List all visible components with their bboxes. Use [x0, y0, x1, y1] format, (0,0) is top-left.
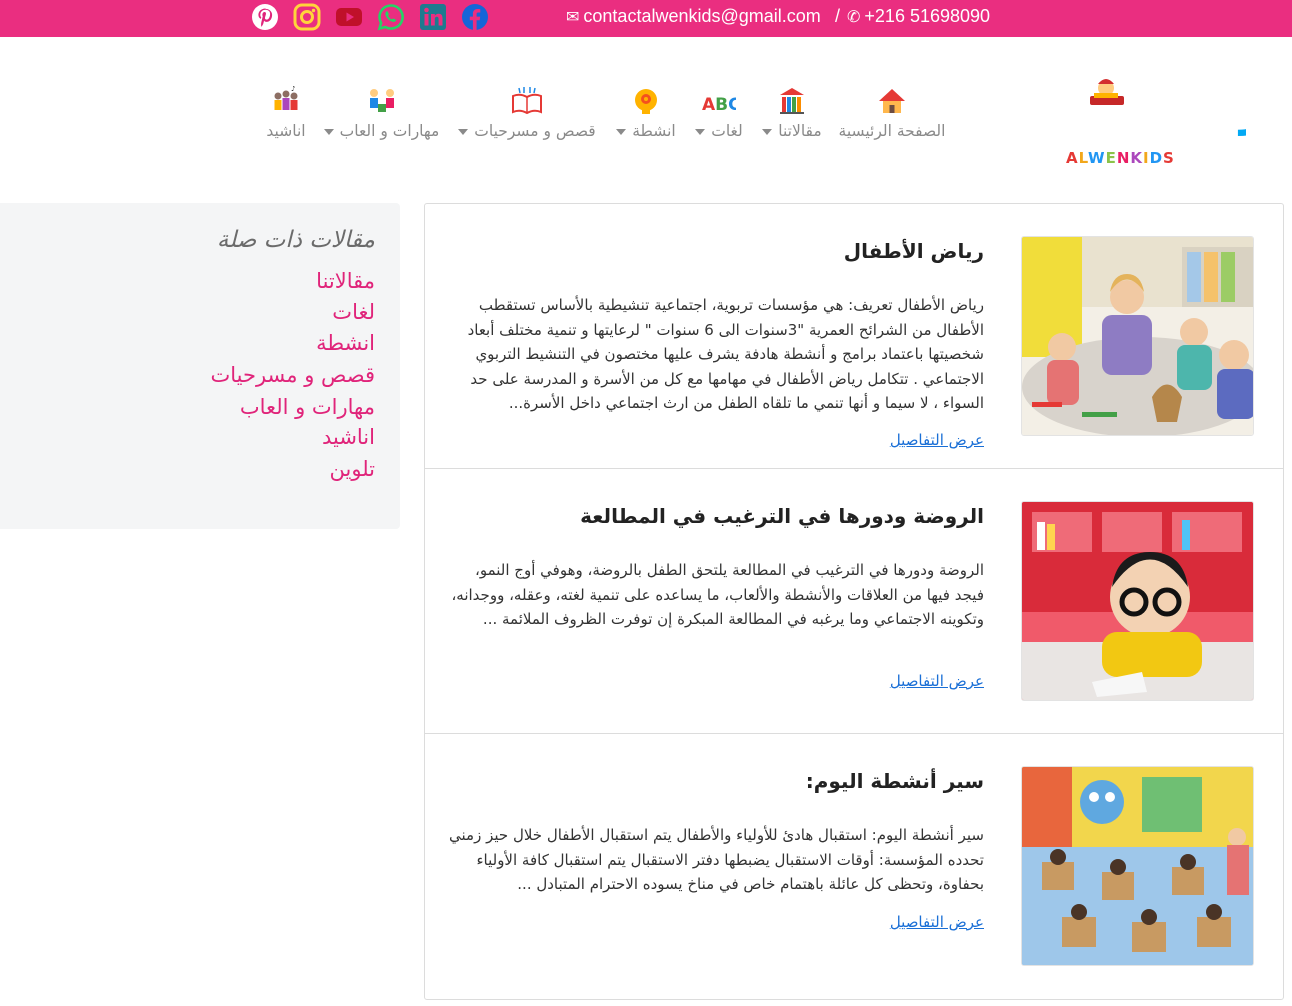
top-bar: ✉ contactalwenkids@gmail.com / ✆ +216 5169…	[0, 0, 1292, 37]
sidebar-link-activities[interactable]: انشطة	[316, 331, 375, 355]
logo-arabic-text: ألوان كيدز	[1237, 74, 1246, 137]
nav-stories-plays[interactable]: قصص و مسرحيات	[457, 86, 597, 140]
article-excerpt: رياض الأطفال تعريف: هي مؤسسات تربوية، اج…	[467, 296, 984, 412]
article-card: الروضة ودورها في الترغيب في المطالعة الر…	[425, 469, 1283, 734]
articles-list: رياض الأطفال رياض الأطفال تعريف: هي مؤسس…	[424, 203, 1284, 1000]
sidebar-link-coloring[interactable]: تلوين	[330, 457, 375, 481]
article-title[interactable]: رياض الأطفال	[844, 239, 984, 263]
nav-songs[interactable]: ♪ اناشيد	[262, 86, 310, 140]
sidebar-link-languages[interactable]: لغات	[332, 300, 375, 324]
article-title[interactable]: الروضة ودورها في الترغيب في المطالعة	[580, 504, 984, 528]
chevron-down-icon	[616, 128, 627, 135]
chevron-down-icon	[458, 128, 469, 135]
nav-home[interactable]: الصفحة الرئيسية	[838, 86, 946, 140]
sidebar-link-stories-plays[interactable]: قصص و مسرحيات	[210, 363, 375, 387]
facebook-icon[interactable]	[461, 3, 489, 31]
whatsapp-icon[interactable]	[377, 3, 405, 31]
books-icon	[780, 88, 804, 114]
kindergarten-photo	[1022, 237, 1253, 435]
nav-languages[interactable]: ABC لغات	[694, 86, 744, 140]
open-book-icon	[512, 87, 542, 115]
contact-separator: /	[835, 6, 841, 26]
article-excerpt: سير أنشطة اليوم: استقبال هادئ للأولياء و…	[449, 826, 984, 893]
logo-kid-on-book-icon	[1090, 79, 1124, 105]
logo-latin-text: ALWENKIDS	[1066, 149, 1175, 167]
abc-icon: ABC	[702, 95, 736, 115]
svg-text:ABC: ABC	[702, 95, 736, 115]
sidebar-link-articles[interactable]: مقالاتنا	[316, 269, 375, 293]
related-articles-sidebar: مقالات ذات صلة مقالاتنا لغات انشطة قصص و…	[0, 203, 400, 529]
nav-skills-games[interactable]: مهارات و العاب	[323, 86, 440, 140]
article-details-link[interactable]: عرض التفاصيل	[890, 672, 984, 690]
email-contact[interactable]: ✉ contactalwenkids@gmail.com	[566, 6, 821, 27]
child-reading-photo	[1022, 502, 1253, 700]
sidebar-title: مقالات ذات صلة	[216, 227, 375, 253]
linkedin-icon[interactable]	[419, 3, 447, 31]
choir-icon: ♪	[274, 86, 298, 110]
phone-contact[interactable]: ✆ +216 51698090	[847, 6, 990, 27]
article-card: رياض الأطفال رياض الأطفال تعريف: هي مؤسس…	[425, 204, 1283, 469]
chevron-down-icon	[323, 128, 334, 135]
article-details-link[interactable]: عرض التفاصيل	[890, 913, 984, 931]
chevron-down-icon	[695, 128, 706, 135]
nav-articles[interactable]: مقالاتنا	[761, 86, 823, 140]
house-icon	[879, 89, 905, 113]
article-title[interactable]: سير أنشطة اليوم:	[806, 769, 984, 793]
youtube-icon[interactable]	[335, 3, 363, 31]
sidebar-link-skills-games[interactable]: مهارات و العاب	[240, 395, 375, 419]
site-logo[interactable]: ألوان كيدز ALWENKIDS	[990, 62, 1246, 170]
nav-activities[interactable]: انشطة	[615, 86, 677, 140]
classroom-activity-photo	[1022, 767, 1253, 965]
article-image[interactable]	[1021, 766, 1254, 966]
head-gear-icon	[635, 89, 657, 114]
chevron-down-icon	[762, 128, 773, 135]
pinterest-icon[interactable]	[251, 3, 279, 31]
envelope-icon: ✉	[566, 9, 580, 26]
svg-text:♪: ♪	[291, 86, 295, 93]
phone-icon: ✆	[847, 9, 861, 26]
article-excerpt: الروضة ودورها في الترغيب في المطالعة يلت…	[451, 561, 984, 628]
instagram-icon[interactable]	[293, 3, 321, 31]
article-card: سير أنشطة اليوم: سير أنشطة اليوم: استقبا…	[425, 734, 1283, 999]
article-image[interactable]	[1021, 501, 1254, 701]
article-details-link[interactable]: عرض التفاصيل	[890, 431, 984, 449]
article-image[interactable]	[1021, 236, 1254, 436]
sidebar-link-songs[interactable]: اناشيد	[322, 425, 375, 449]
kids-playing-icon	[369, 89, 394, 112]
